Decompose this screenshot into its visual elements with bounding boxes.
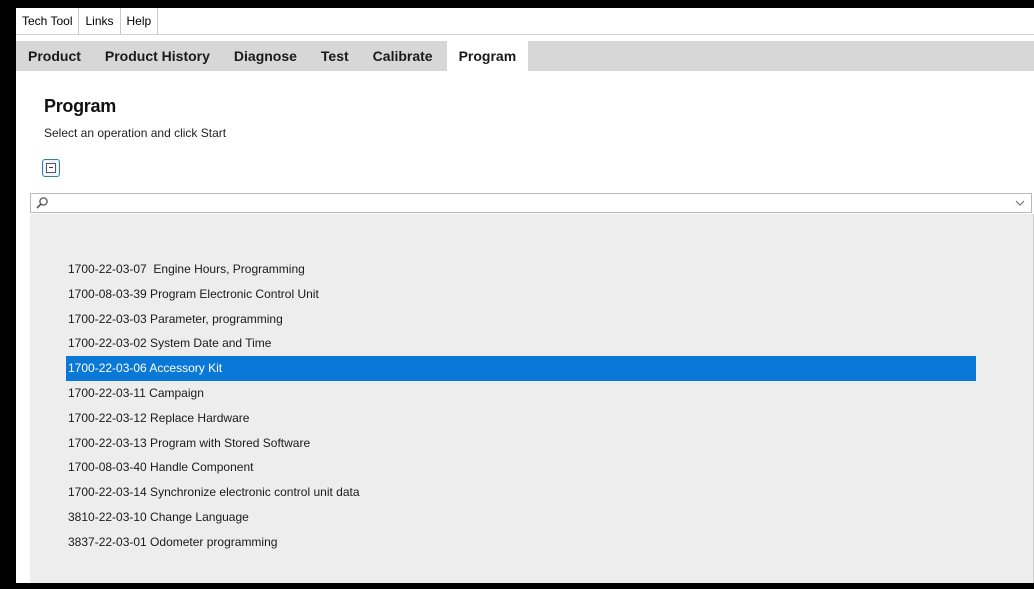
- collapse-icon: [46, 163, 56, 173]
- search-input[interactable]: [53, 195, 1003, 211]
- list-item[interactable]: 3810-22-03-10 Change Language: [66, 505, 976, 530]
- tab-calibrate[interactable]: Calibrate: [361, 41, 445, 71]
- menu-help[interactable]: Help: [121, 8, 159, 34]
- page-subtitle: Select an operation and click Start: [44, 126, 227, 140]
- app-window: Tech Tool Links Help Product Product His…: [16, 8, 1034, 583]
- tab-product[interactable]: Product: [16, 41, 93, 71]
- list-item[interactable]: 1700-08-03-39 Program Electronic Control…: [66, 282, 976, 307]
- page-title: Program: [44, 96, 116, 116]
- list-item[interactable]: 1700-22-03-14 Synchronize electronic con…: [66, 480, 976, 505]
- operation-list-rows: 1700-22-03-07 Engine Hours, Programming …: [66, 257, 976, 555]
- tab-program[interactable]: Program: [446, 41, 529, 71]
- tab-test[interactable]: Test: [309, 41, 361, 71]
- list-item[interactable]: 1700-22-03-13 Program with Stored Softwa…: [66, 431, 976, 456]
- operation-list: 1700-22-03-07 Engine Hours, Programming …: [30, 214, 1034, 583]
- menu-bar: Tech Tool Links Help: [16, 8, 159, 34]
- menu-tech-tool[interactable]: Tech Tool: [16, 8, 80, 34]
- search-icon: [36, 197, 48, 209]
- tab-product-history[interactable]: Product History: [93, 41, 222, 71]
- list-item[interactable]: 1700-22-03-02 System Date and Time: [66, 331, 976, 356]
- menu-links[interactable]: Links: [79, 8, 121, 34]
- search-combobox[interactable]: [30, 193, 1032, 213]
- tab-bar: Product Product History Diagnose Test Ca…: [16, 41, 1034, 71]
- tab-diagnose[interactable]: Diagnose: [222, 41, 309, 71]
- chevron-down-icon[interactable]: [1015, 199, 1025, 207]
- list-item[interactable]: 1700-22-03-03 Parameter, programming: [66, 307, 976, 332]
- list-item[interactable]: 3837-22-03-01 Odometer programming: [66, 530, 976, 555]
- list-item[interactable]: 1700-22-03-07 Engine Hours, Programming: [66, 257, 976, 282]
- collapse-all-button[interactable]: [42, 159, 60, 177]
- menu-bar-background: [16, 8, 1034, 35]
- list-item[interactable]: 1700-22-03-12 Replace Hardware: [66, 406, 976, 431]
- list-item[interactable]: 1700-08-03-40 Handle Component: [66, 455, 976, 480]
- list-item[interactable]: 1700-22-03-11 Campaign: [66, 381, 976, 406]
- list-item[interactable]: 1700-22-03-06 Accessory Kit: [66, 356, 976, 381]
